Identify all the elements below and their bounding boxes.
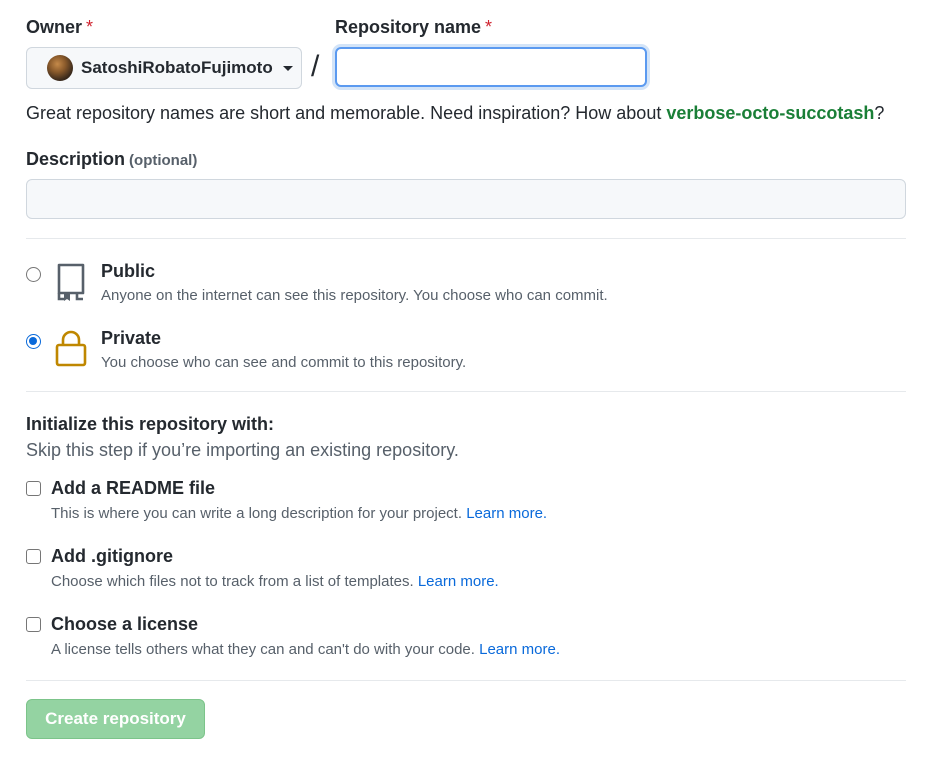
chevron-down-icon	[282, 65, 293, 71]
name-suggestion-link[interactable]: verbose-octo-succotash	[666, 103, 874, 123]
gitignore-checkbox[interactable]	[26, 549, 41, 564]
create-repository-button[interactable]: Create repository	[26, 699, 205, 739]
divider	[26, 680, 906, 681]
repo-name-hint: Great repository names are short and mem…	[26, 103, 885, 123]
readme-checkbox[interactable]	[26, 481, 41, 496]
owner-avatar	[47, 55, 73, 81]
description-label: Description (optional)	[26, 149, 198, 169]
owner-select-button[interactable]: SatoshiRobatoFujimoto	[26, 47, 302, 89]
license-desc: A license tells others what they can and…	[51, 641, 560, 658]
readme-title: Add a README file	[51, 478, 216, 498]
visibility-radio-public[interactable]	[26, 267, 41, 282]
owner-name: SatoshiRobatoFujimoto	[81, 58, 273, 77]
visibility-radio-private[interactable]	[26, 334, 41, 349]
repo-icon	[57, 263, 85, 301]
divider	[26, 238, 906, 239]
visibility-public-desc: Anyone on the internet can see this repo…	[101, 287, 608, 304]
license-checkbox[interactable]	[26, 617, 41, 632]
gitignore-desc: Choose which files not to track from a l…	[51, 573, 499, 590]
repo-name-label: Repository name *	[335, 17, 493, 37]
owner-label: Owner *	[26, 17, 94, 37]
divider	[26, 391, 906, 392]
initialize-subtitle: Skip this step if you’re importing an ex…	[26, 440, 459, 460]
lock-icon	[55, 330, 87, 367]
gitignore-title: Add .gitignore	[51, 546, 173, 566]
license-title: Choose a license	[51, 614, 199, 634]
readme-desc: This is where you can write a long descr…	[51, 505, 548, 522]
initialize-title: Initialize this repository with:	[26, 414, 275, 434]
visibility-private-title: Private	[101, 328, 162, 348]
owner-repo-separator: /	[311, 50, 320, 83]
visibility-private-desc: You choose who can see and commit to thi…	[101, 354, 467, 371]
description-input[interactable]	[26, 179, 906, 219]
license-learn-more-link[interactable]: Learn more.	[479, 641, 560, 658]
readme-learn-more-link[interactable]: Learn more.	[466, 505, 547, 522]
repo-name-input[interactable]	[335, 47, 647, 87]
visibility-public-title: Public	[101, 261, 156, 281]
gitignore-learn-more-link[interactable]: Learn more.	[418, 573, 499, 590]
